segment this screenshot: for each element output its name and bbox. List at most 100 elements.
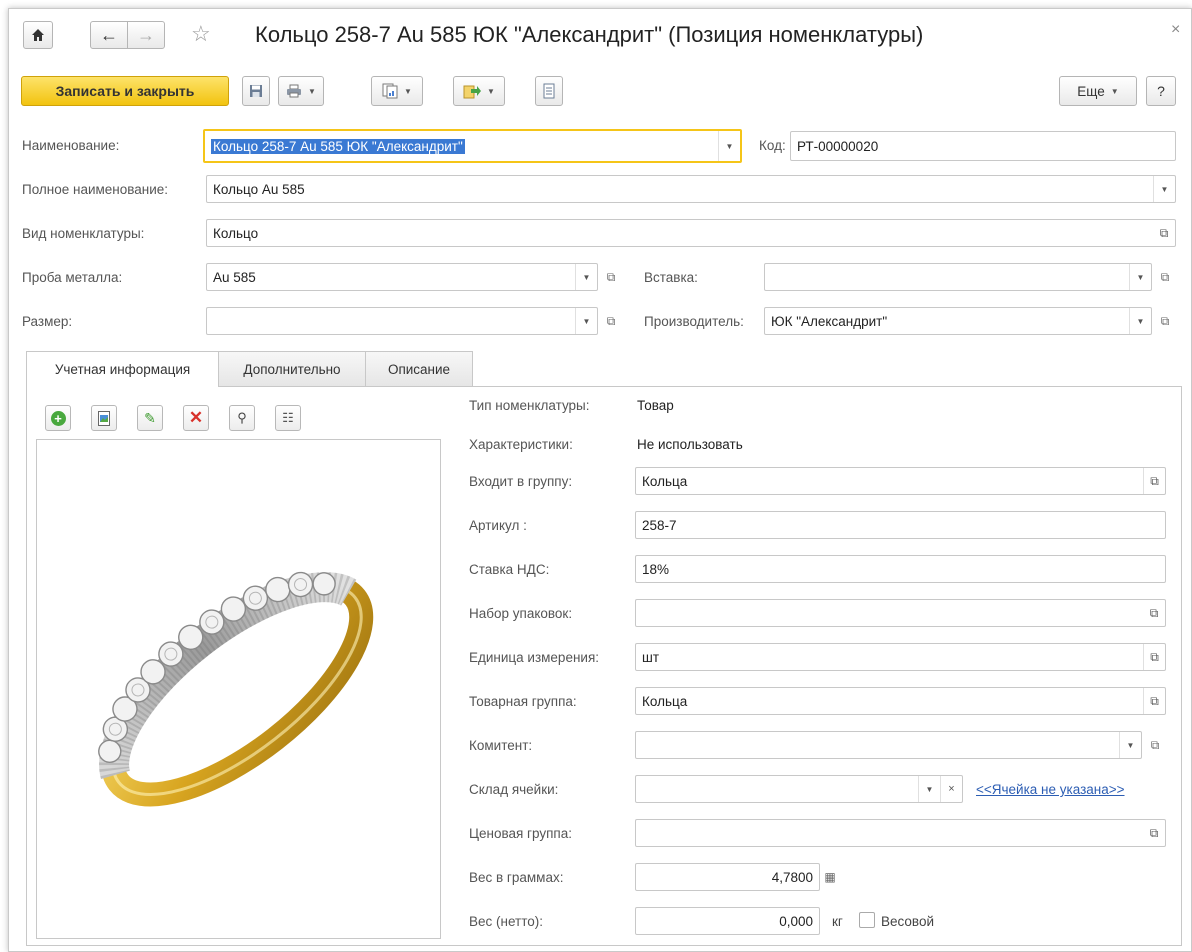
image-frame (36, 439, 441, 939)
back-button[interactable]: ← (90, 21, 128, 49)
pack-input[interactable]: ⧉ (635, 599, 1166, 627)
metal-open-icon[interactable]: ⧉ (600, 263, 622, 291)
maker-label: Производитель: (644, 314, 744, 329)
select-from-list-button[interactable]: ☷ (275, 405, 301, 431)
arrow-right-icon: → (137, 24, 155, 45)
cell-not-set-link[interactable]: <<Ячейка не указана>> (976, 782, 1125, 797)
goods-group-value: Кольца (642, 693, 688, 709)
floppy-disk-icon (250, 85, 262, 97)
tab-description[interactable]: Описание (365, 351, 473, 386)
list-view-button[interactable] (535, 76, 563, 106)
arrow-left-icon: ← (100, 24, 118, 45)
size-label: Размер: (22, 314, 73, 329)
more-label: Еще (1077, 83, 1105, 99)
group-open-icon[interactable]: ⧉ (1143, 468, 1165, 494)
vat-input[interactable]: 18% (635, 555, 1166, 583)
metal-dropdown-icon[interactable]: ▼ (575, 264, 597, 290)
save-close-button[interactable]: Записать и закрыть (21, 76, 229, 106)
code-input[interactable]: РТ-00000020 (790, 131, 1176, 161)
tab-additional[interactable]: Дополнительно (218, 351, 366, 386)
save-button[interactable] (242, 76, 270, 106)
unit-open-icon[interactable]: ⧉ (1143, 644, 1165, 670)
chars-label: Характеристики: (469, 437, 573, 452)
committent-dropdown-icon[interactable]: ▼ (1119, 732, 1141, 758)
more-menu-button[interactable]: Еще ▼ (1059, 76, 1137, 106)
vat-value: 18% (642, 561, 670, 577)
select-image-button[interactable] (91, 405, 117, 431)
calculator-icon[interactable]: ▦ (819, 863, 841, 891)
goods-group-label: Товарная группа: (469, 694, 577, 709)
maker-input[interactable]: ЮК "Александрит" ▼ (764, 307, 1152, 335)
help-button[interactable]: ? (1146, 76, 1176, 106)
full-name-dropdown-icon[interactable]: ▼ (1153, 176, 1175, 202)
insert-input[interactable]: ▼ (764, 263, 1152, 291)
insert-open-icon[interactable]: ⧉ (1154, 263, 1176, 291)
edit-image-button[interactable]: ✎ (137, 405, 163, 431)
goods-group-input[interactable]: Кольца ⧉ (635, 687, 1166, 715)
delete-x-icon: ✕ (188, 408, 204, 427)
document-list-icon (543, 83, 555, 99)
net-input[interactable]: 0,000 (635, 907, 820, 935)
pick-list-icon: ☷ (282, 410, 294, 425)
weight-input[interactable]: 4,7800 (635, 863, 820, 891)
size-dropdown-icon[interactable]: ▼ (575, 308, 597, 334)
committent-input[interactable]: ▼ (635, 731, 1142, 759)
size-open-icon[interactable]: ⧉ (600, 307, 622, 335)
kind-label: Вид номенклатуры: (22, 226, 145, 241)
full-name-input[interactable]: Кольцо Au 585 ▼ (206, 175, 1176, 203)
cell-dropdown-icon[interactable]: ▼ (918, 776, 940, 802)
chevron-down-icon: ▼ (487, 86, 495, 96)
weighted-label: Весовой (881, 914, 934, 929)
cell-clear-icon[interactable]: × (940, 776, 962, 802)
print-menu-button[interactable]: ▼ (278, 76, 324, 106)
name-input[interactable]: Кольцо 258-7 Au 585 ЮК "Александрит" ▼ (203, 129, 742, 163)
committent-open-icon[interactable]: ⧉ (1144, 731, 1166, 759)
name-value: Кольцо 258-7 Au 585 ЮК "Александрит" (211, 138, 465, 154)
unit-input[interactable]: шт ⧉ (635, 643, 1166, 671)
magnifier-icon: ⚲ (237, 410, 247, 425)
image-file-icon (98, 410, 110, 426)
vat-label: Ставка НДС: (469, 562, 550, 577)
create-based-on-button[interactable]: ▼ (453, 76, 505, 106)
group-label: Входит в группу: (469, 474, 573, 489)
pack-open-icon[interactable]: ⧉ (1143, 600, 1165, 626)
price-group-input[interactable]: ⧉ (635, 819, 1166, 847)
maker-open-icon[interactable]: ⧉ (1154, 307, 1176, 335)
article-input[interactable]: 258-7 (635, 511, 1166, 539)
add-image-button[interactable]: + (45, 405, 71, 431)
name-label: Наименование: (22, 138, 120, 153)
net-value: 0,000 (779, 913, 813, 929)
reports-menu-button[interactable]: ▼ (371, 76, 423, 106)
delete-image-button[interactable]: ✕ (183, 405, 209, 431)
home-button[interactable] (23, 21, 53, 49)
tab-accounting-info[interactable]: Учетная информация (26, 351, 219, 387)
size-input[interactable]: ▼ (206, 307, 598, 335)
kind-input[interactable]: Кольцо ⧉ (206, 219, 1176, 247)
favorite-star-icon[interactable]: ☆ (191, 21, 211, 47)
unit-value: шт (642, 649, 660, 665)
metal-label: Проба металла: (22, 270, 123, 285)
plus-icon: + (50, 410, 66, 426)
group-value: Кольца (642, 473, 688, 489)
metal-input[interactable]: Au 585 ▼ (206, 263, 598, 291)
goods-group-open-icon[interactable]: ⧉ (1143, 688, 1165, 714)
weighted-checkbox[interactable] (859, 912, 875, 928)
price-group-open-icon[interactable]: ⧉ (1143, 820, 1165, 846)
view-image-button[interactable]: ⚲ (229, 405, 255, 431)
maker-dropdown-icon[interactable]: ▼ (1129, 308, 1151, 334)
chevron-down-icon: ▼ (308, 86, 316, 96)
kind-open-icon[interactable]: ⧉ (1153, 220, 1175, 246)
article-label: Артикул : (469, 518, 527, 533)
metal-value: Au 585 (213, 269, 256, 285)
printer-icon (287, 84, 302, 98)
name-dropdown-icon[interactable]: ▼ (718, 131, 740, 161)
insert-dropdown-icon[interactable]: ▼ (1129, 264, 1151, 290)
cell-input[interactable]: × ▼ (635, 775, 963, 803)
ring-image (98, 571, 374, 807)
forward-button[interactable]: → (127, 21, 165, 49)
full-name-value: Кольцо Au 585 (213, 181, 305, 197)
close-icon[interactable]: × (1171, 21, 1180, 39)
group-input[interactable]: Кольца ⧉ (635, 467, 1166, 495)
chevron-down-icon: ▼ (404, 86, 412, 96)
maker-value: ЮК "Александрит" (771, 313, 888, 329)
